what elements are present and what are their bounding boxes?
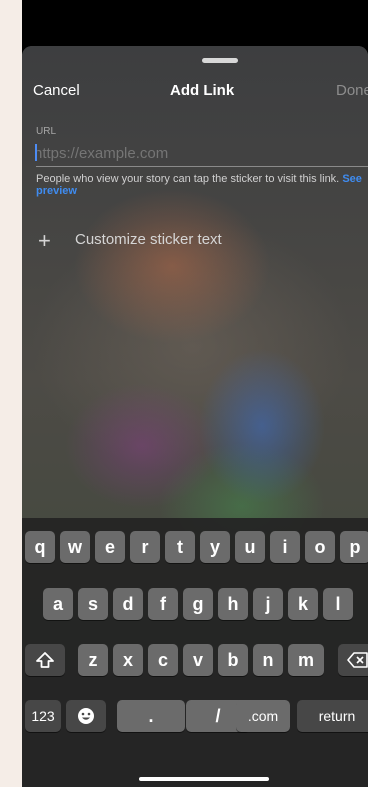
key-p[interactable]: p: [340, 531, 368, 563]
key-w[interactable]: w: [60, 531, 90, 563]
key-v[interactable]: v: [183, 644, 213, 676]
key-t[interactable]: t: [165, 531, 195, 563]
url-label: URL: [36, 126, 57, 137]
key-h[interactable]: h: [218, 588, 248, 620]
key-n[interactable]: n: [253, 644, 283, 676]
key-k[interactable]: k: [288, 588, 318, 620]
delete-key[interactable]: [338, 644, 368, 676]
shift-key[interactable]: [25, 644, 65, 676]
plus-icon: +: [38, 228, 51, 253]
helper-text: People who view your story can tap the s…: [36, 173, 366, 197]
sheet-grabber[interactable]: [202, 58, 238, 63]
key-z[interactable]: z: [78, 644, 108, 676]
page-title: Add Link: [170, 82, 235, 99]
key-j[interactable]: j: [253, 588, 283, 620]
done-button[interactable]: Done: [336, 82, 368, 99]
key-s[interactable]: s: [78, 588, 108, 620]
key-e[interactable]: e: [95, 531, 125, 563]
key-x[interactable]: x: [113, 644, 143, 676]
return-key[interactable]: return: [297, 700, 368, 732]
key-a[interactable]: a: [43, 588, 73, 620]
key-i[interactable]: i: [270, 531, 300, 563]
home-indicator[interactable]: [139, 777, 269, 781]
key-g[interactable]: g: [183, 588, 213, 620]
text-caret: [35, 144, 37, 161]
key-d[interactable]: d: [113, 588, 143, 620]
dotcom-key[interactable]: .com: [236, 700, 290, 732]
url-divider: [36, 166, 368, 167]
key-f[interactable]: f: [148, 588, 178, 620]
nav-bar: Cancel Add Link Done: [22, 82, 368, 106]
helper-description: People who view your story can tap the s…: [36, 173, 343, 185]
key-y[interactable]: y: [200, 531, 230, 563]
key-c[interactable]: c: [148, 644, 178, 676]
period-key[interactable]: .: [117, 700, 185, 732]
key-b[interactable]: b: [218, 644, 248, 676]
key-o[interactable]: o: [305, 531, 335, 563]
key-r[interactable]: r: [130, 531, 160, 563]
customize-sticker-text-label: Customize sticker text: [75, 231, 222, 248]
add-link-sheet: Cancel Add Link Done URL People who view…: [22, 46, 368, 787]
delete-icon: [347, 652, 368, 668]
key-l[interactable]: l: [323, 588, 353, 620]
cancel-button[interactable]: Cancel: [33, 82, 80, 99]
emoji-key[interactable]: [66, 700, 106, 732]
key-m[interactable]: m: [288, 644, 324, 676]
shift-icon: [36, 652, 54, 668]
key-u[interactable]: u: [235, 531, 265, 563]
emoji-icon: [78, 708, 94, 724]
numbers-key[interactable]: 123: [25, 700, 61, 732]
url-input[interactable]: [34, 142, 368, 164]
keyboard: q w e r t y u i o p a s d f g h j k l z …: [22, 518, 368, 787]
key-q[interactable]: q: [25, 531, 55, 563]
phone-screen: Cancel Add Link Done URL People who view…: [22, 0, 368, 787]
